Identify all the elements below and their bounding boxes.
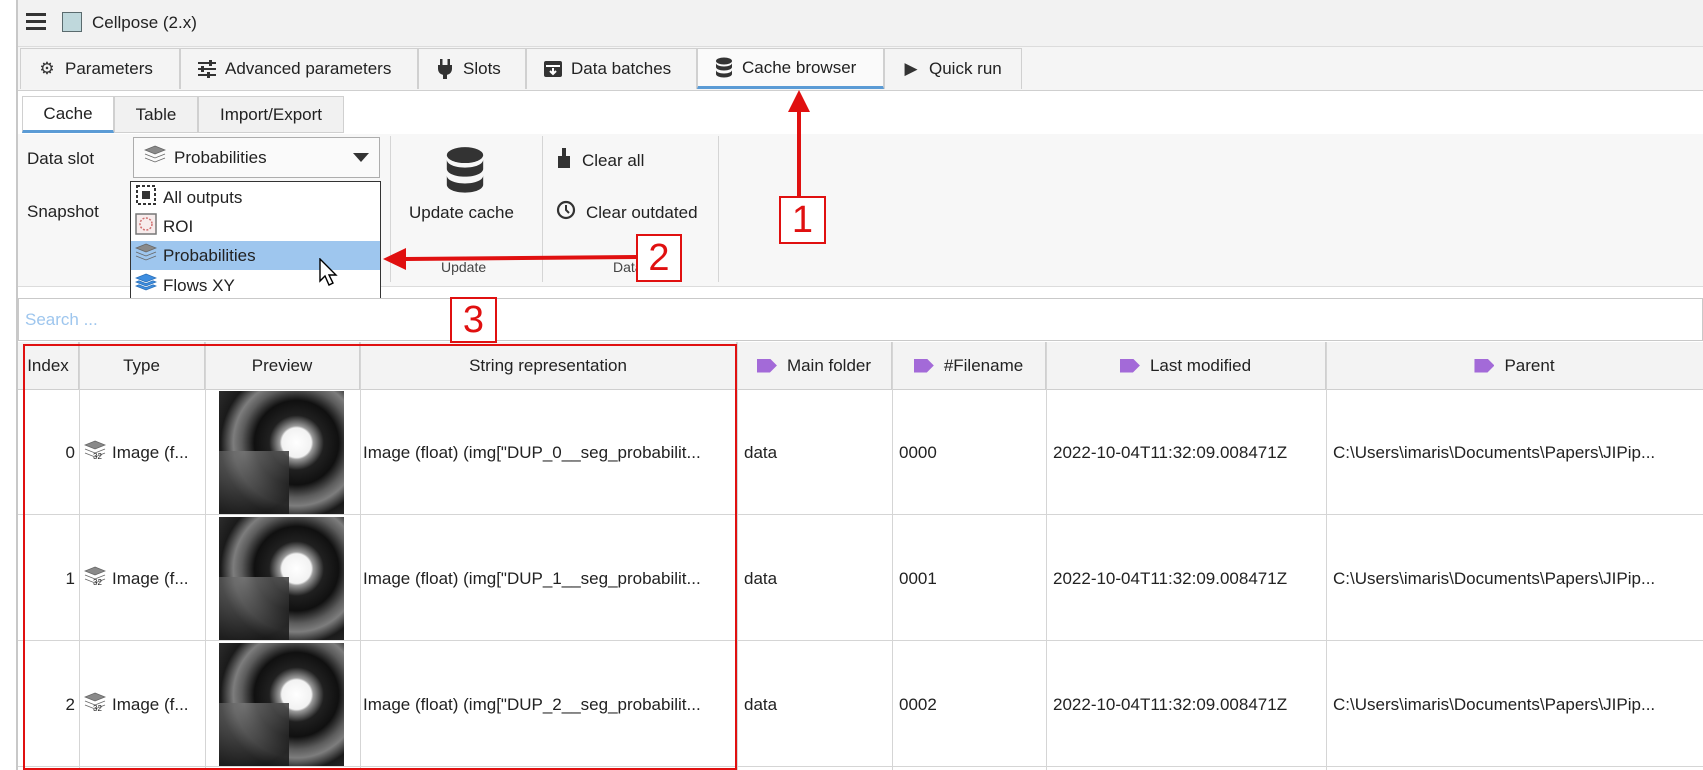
annotation-arrow-2-head: [383, 248, 406, 270]
annotation-arrow-1-head: [788, 90, 810, 112]
annotation-arrow-2: [404, 255, 637, 261]
annotation-arrows: [383, 90, 810, 270]
